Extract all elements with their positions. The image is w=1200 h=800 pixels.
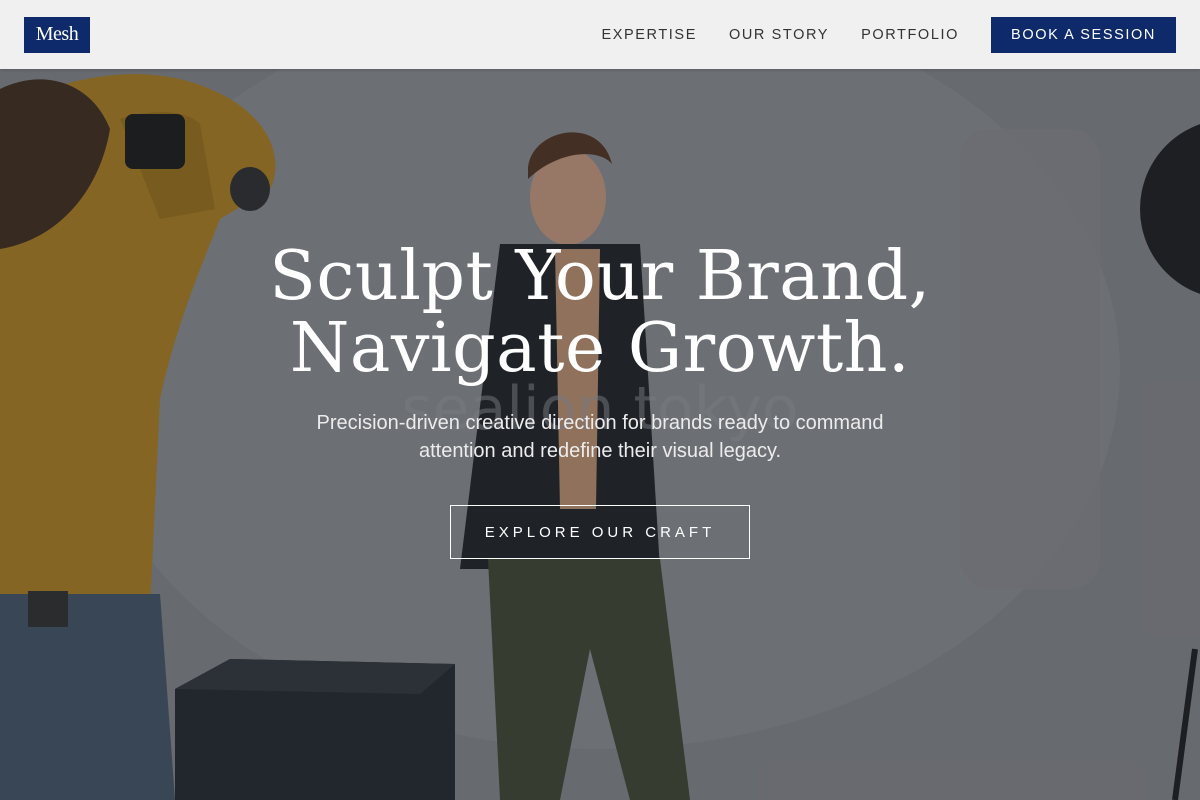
hero-subtitle-line-2: attention and redefine their visual lega… — [418, 440, 782, 462]
explore-craft-button[interactable]: EXPLORE OUR CRAFT — [450, 505, 750, 559]
nav-link-portfolio[interactable]: PORTFOLIO — [861, 27, 959, 43]
nav-link-expertise[interactable]: EXPERTISE — [601, 27, 697, 43]
hero-title-line-1: Sculpt Your Brand, — [269, 237, 931, 316]
main-nav: EXPERTISE OUR STORY PORTFOLIO BOOK A SES… — [569, 16, 1176, 53]
nav-link-our-story[interactable]: OUR STORY — [729, 27, 829, 43]
logo[interactable]: Mesh — [24, 16, 90, 53]
hero-subtitle-line-1: Precision-driven creative direction for … — [316, 412, 884, 434]
hero-subtitle: Precision-driven creative direction for … — [0, 409, 1200, 465]
book-session-button[interactable]: BOOK A SESSION — [991, 16, 1176, 53]
site-header: Mesh EXPERTISE OUR STORY PORTFOLIO BOOK … — [0, 0, 1200, 69]
hero-section: sealion tokyo Sculpt Your Brand, Navigat… — [0, 69, 1200, 800]
hero-title-line-2: Navigate Growth. — [289, 309, 911, 388]
hero-title: Sculpt Your Brand, Navigate Growth. — [0, 241, 1200, 385]
